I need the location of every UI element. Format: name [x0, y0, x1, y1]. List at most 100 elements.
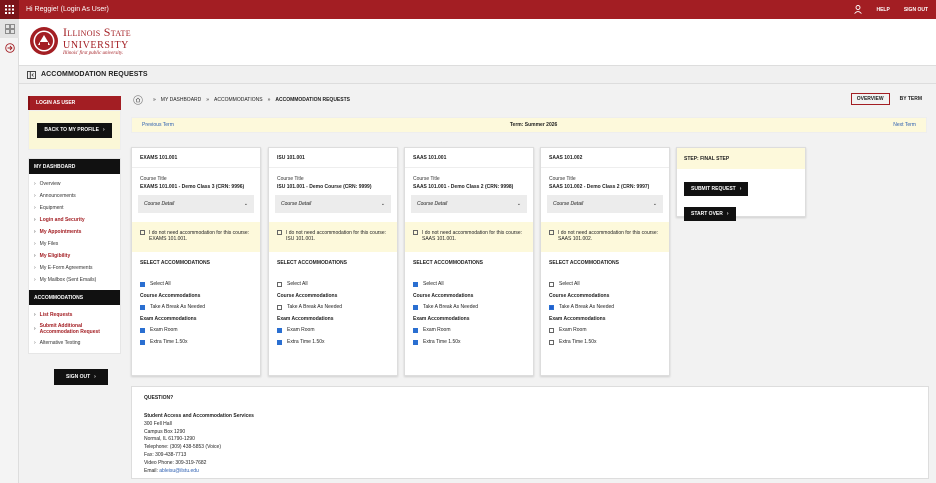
contact-line: Telephone: (309) 438-5853 (Voice): [144, 444, 221, 451]
take-break-checkbox[interactable]: [413, 304, 418, 310]
exam-room-checkbox[interactable]: [413, 327, 418, 333]
no-accommodation-checkbox[interactable]: [413, 230, 418, 235]
submit-request-label: SUBMIT REQUEST: [691, 186, 736, 192]
nav-item-announcements[interactable]: › Announcements: [29, 190, 120, 202]
nav-item-login-security[interactable]: › Login and Security: [29, 214, 120, 226]
accommodation-row: Exam Room: [277, 324, 397, 336]
select-all-checkbox[interactable]: [140, 281, 145, 287]
submit-request-button[interactable]: SUBMIT REQUEST ›: [684, 182, 749, 196]
exam-room-checkbox[interactable]: [140, 327, 145, 333]
no-accommodation-checkbox[interactable]: [277, 230, 282, 235]
logo-line-1: Illinois State: [63, 25, 131, 39]
overview-button[interactable]: OVERVIEW: [850, 93, 890, 105]
breadcrumb-current: ACCOMMODATION REQUESTS: [275, 97, 350, 103]
accommodation-row: Extra Time 1.50x: [277, 336, 397, 348]
accommodation-label: Exam Room: [287, 327, 315, 333]
nav-item-mailbox[interactable]: › My Mailbox (Sent Emails): [29, 274, 120, 286]
logout-rail-button[interactable]: [0, 38, 19, 57]
course-detail-toggle[interactable]: Course Detail ⌄: [411, 195, 527, 213]
breadcrumb-accommodations[interactable]: ACCOMMODATIONS: [214, 97, 263, 103]
course-title: ISU 101.001 - Demo Course (CRN: 9999): [277, 184, 372, 190]
nav-item-equipment[interactable]: › Equipment: [29, 202, 120, 214]
app-grid-icon[interactable]: [0, 0, 19, 19]
nav-item-list-requests[interactable]: › List Requests: [29, 309, 120, 321]
nav-item-eligibility[interactable]: › My Eligibility: [29, 250, 120, 262]
no-accommodation-checkbox[interactable]: [549, 230, 554, 235]
dashboard-heading: MY DASHBOARD: [29, 159, 120, 174]
accommodation-row: Take A Break As Needed: [277, 301, 397, 313]
no-accommodation-checkbox[interactable]: [140, 230, 145, 235]
accommodation-label: Exam Room: [423, 327, 451, 333]
take-break-checkbox[interactable]: [140, 304, 145, 310]
extra-time-checkbox[interactable]: [140, 339, 145, 345]
sidebar-toggle-icon[interactable]: [27, 70, 36, 79]
nav-item-submit-additional[interactable]: › Submit Additional Accommodation Request: [29, 321, 120, 337]
email-link[interactable]: ableisu@ilstu.edu: [159, 468, 199, 474]
select-all-checkbox[interactable]: [277, 281, 282, 287]
next-term-link[interactable]: Next Term: [893, 122, 916, 128]
accommodation-label: Exam Room: [559, 327, 587, 333]
help-link[interactable]: HELP: [876, 7, 889, 13]
accommodation-row: Extra Time 1.50x: [549, 336, 669, 348]
user-icon[interactable]: [854, 5, 863, 14]
sidebar-sign-out-button[interactable]: SIGN OUT ›: [54, 369, 108, 385]
no-accommodation-label: I do not need accommodation for this cou…: [558, 230, 659, 242]
nav-label: Alternative Testing: [39, 340, 81, 346]
nav-item-alternative-testing[interactable]: › Alternative Testing: [29, 337, 120, 349]
exam-accommodations-heading: Exam Accommodations: [549, 315, 606, 322]
select-all-row: Select All: [549, 278, 669, 290]
nav-item-files[interactable]: › My Files: [29, 238, 120, 250]
course-title-label: Course Title: [277, 176, 304, 182]
final-step-card: STEP: FINAL STEP SUBMIT REQUEST › START …: [676, 147, 806, 221]
nav-item-eform-agreements[interactable]: › My E-Form Agreements: [29, 262, 120, 274]
course-detail-toggle[interactable]: Course Detail ⌄: [547, 195, 663, 213]
course-title: EXAMS 101.001 - Demo Class 3 (CRN: 9996): [140, 184, 245, 190]
nav-label: My Eligibility: [39, 253, 71, 259]
by-term-button[interactable]: BY TERM: [895, 93, 927, 105]
nav-item-appointments[interactable]: › My Appointments: [29, 226, 120, 238]
extra-time-checkbox[interactable]: [277, 339, 282, 345]
breadcrumb-dashboard[interactable]: MY DASHBOARD: [161, 97, 201, 103]
select-all-checkbox[interactable]: [413, 281, 418, 287]
nav-item-overview[interactable]: › Overview: [29, 178, 120, 190]
sign-out-link[interactable]: SIGN OUT: [904, 7, 928, 13]
chevron-down-icon: ⌄: [516, 201, 521, 207]
course-code: ISU 101.001: [269, 148, 397, 168]
take-break-checkbox[interactable]: [549, 304, 554, 310]
university-logo[interactable]: Illinois State UNIVERSITY Illinois' firs…: [29, 25, 131, 56]
accommodation-label: Extra Time 1.50x: [559, 339, 597, 345]
chevron-right-icon: ›: [34, 277, 36, 283]
course-detail-toggle[interactable]: Course Detail ⌄: [275, 195, 391, 213]
left-rail: [0, 19, 19, 483]
chevron-right-icon: ›: [726, 211, 729, 217]
no-accommodation-option: I do not need accommodation for this cou…: [405, 222, 533, 252]
course-detail-toggle[interactable]: Course Detail ⌄: [138, 195, 254, 213]
contact-line: Campus Box 1290: [144, 428, 186, 435]
home-icon[interactable]: [133, 95, 143, 105]
previous-term-link[interactable]: Previous Term: [142, 122, 174, 128]
extra-time-checkbox[interactable]: [549, 339, 554, 345]
extra-time-checkbox[interactable]: [413, 339, 418, 345]
accommodation-row: Take A Break As Needed: [140, 301, 260, 313]
back-to-profile-button[interactable]: BACK TO MY PROFILE ›: [37, 122, 112, 138]
exam-room-checkbox[interactable]: [277, 327, 282, 333]
accommodation-row: Exam Room: [549, 324, 669, 336]
chevron-right-icon: ›: [34, 181, 36, 187]
course-card: EXAMS 101.001 Course Title EXAMS 101.001…: [131, 147, 261, 376]
no-accommodation-label: I do not need accommodation for this cou…: [286, 230, 387, 242]
question-heading: QUESTION?: [144, 395, 174, 401]
take-break-checkbox[interactable]: [277, 304, 282, 310]
chevron-right-icon: ›: [739, 186, 742, 192]
accommodation-row: Take A Break As Needed: [413, 301, 533, 313]
dashboard-rail-button[interactable]: [0, 19, 19, 38]
course-title: SAAS 101.001 - Demo Class 2 (CRN: 9998): [413, 184, 514, 190]
accommodation-label: Extra Time 1.50x: [423, 339, 461, 345]
main-panel: » MY DASHBOARD » ACCOMMODATIONS » ACCOMM…: [131, 90, 929, 479]
start-over-button[interactable]: START OVER ›: [684, 207, 736, 221]
select-all-checkbox[interactable]: [549, 281, 554, 287]
exam-room-checkbox[interactable]: [549, 327, 554, 333]
dashboard-icon: [4, 23, 15, 34]
course-accommodations-heading: Course Accommodations: [413, 292, 474, 299]
nav-label: My Mailbox (Sent Emails): [39, 277, 97, 283]
select-all-label: Select All: [287, 281, 308, 287]
